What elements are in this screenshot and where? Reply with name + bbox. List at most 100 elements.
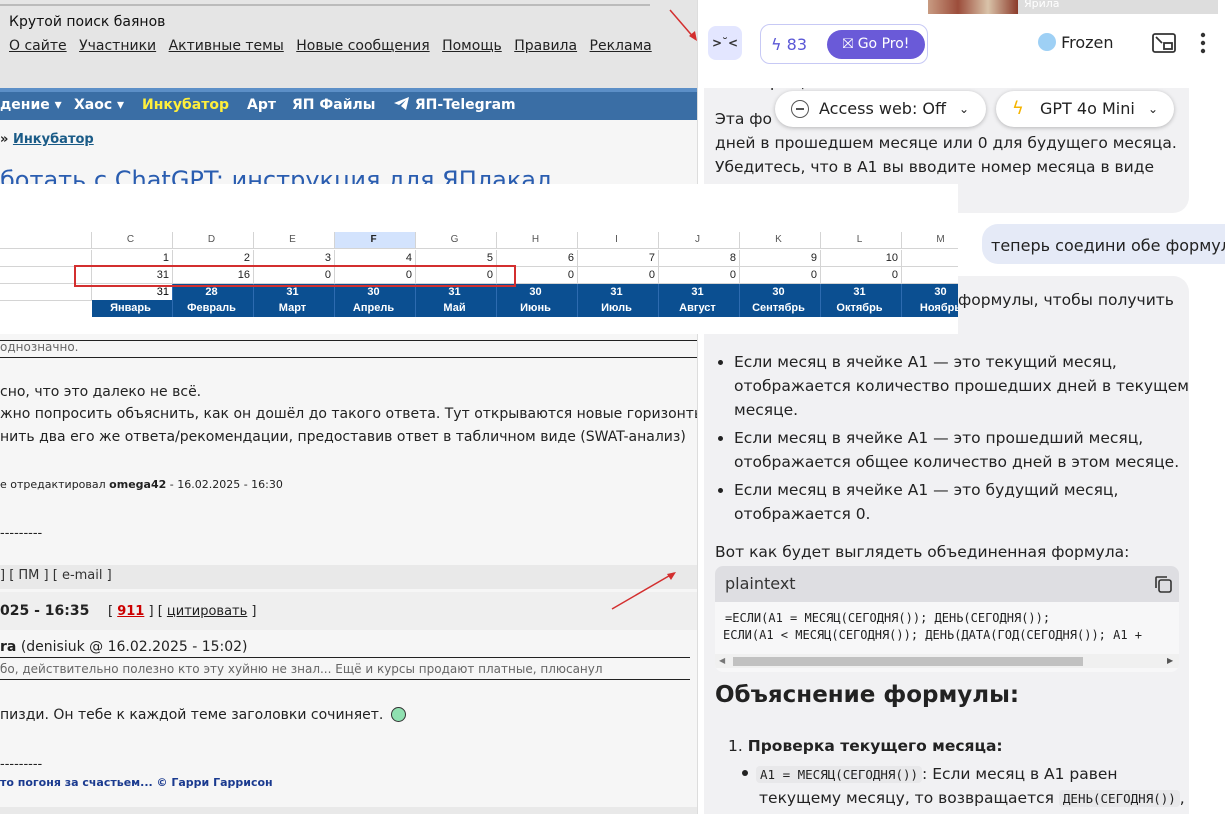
- assistant-logo-button[interactable]: >˘<: [708, 26, 742, 60]
- red-arrow-icon: [611, 572, 676, 610]
- column-header[interactable]: E: [254, 232, 335, 249]
- month-cell[interactable]: Сентябрь: [740, 300, 821, 317]
- reply-text-content: пизди. Он тебе к каждой теме заголовки с…: [0, 707, 384, 723]
- sheet-cell[interactable]: 0: [740, 267, 821, 284]
- link-active-topics[interactable]: Активные темы: [169, 38, 284, 54]
- month-cell[interactable]: Июнь: [497, 300, 578, 317]
- copy-icon[interactable]: [1153, 574, 1173, 594]
- month-cell[interactable]: Май: [416, 300, 497, 317]
- column-header[interactable]: C: [92, 232, 173, 249]
- sheet-cell[interactable]: [902, 250, 958, 267]
- column-header[interactable]: J: [659, 232, 740, 249]
- edited-date: - 16.02.2025 - 16:30: [169, 478, 283, 491]
- post-text-line: сно, что это далеко не всё.: [0, 384, 202, 400]
- frozen-status[interactable]: Frozen: [1038, 33, 1114, 52]
- sheet-cell[interactable]: [902, 267, 958, 284]
- bullet-line: отображается количество прошедших дней в…: [734, 377, 1189, 395]
- quote-meta: (denisiuk @ 16.02.2025 - 15:02): [20, 639, 248, 655]
- go-pro-button[interactable]: ⛝ Go Pro!: [827, 30, 925, 59]
- inline-code: ДЕНЬ(СЕГОДНЯ()): [1058, 790, 1180, 807]
- column-header[interactable]: L: [821, 232, 902, 249]
- post-rating-group: [ 911 ] [ цитировать ]: [108, 604, 257, 619]
- frozen-face-icon: [1038, 33, 1056, 51]
- column-header[interactable]: F: [335, 232, 416, 249]
- sheet-cell[interactable]: 0: [578, 267, 659, 284]
- inline-code: A1 = МЕСЯЦ(СЕГОДНЯ()): [756, 766, 923, 783]
- post-rating[interactable]: 911: [117, 604, 144, 619]
- days-cell[interactable]: 31: [578, 284, 659, 301]
- days-cell[interactable]: 30: [740, 284, 821, 301]
- access-web-toggle[interactable]: Access web: Off ⌄: [775, 91, 986, 127]
- code-block: plaintext =ЕСЛИ(A1 = МЕСЯЦ(СЕГОДНЯ()); Д…: [715, 566, 1179, 672]
- column-header[interactable]: I: [578, 232, 659, 249]
- days-cell[interactable]: 31: [821, 284, 902, 301]
- link-ads[interactable]: Реклама: [590, 38, 652, 54]
- link-rules[interactable]: Правила: [514, 38, 577, 54]
- post-header-bar: [0, 592, 697, 630]
- model-selector[interactable]: ϟ GPT 4o Mini ⌄: [996, 91, 1174, 127]
- credits-count-group: ϟ 83: [771, 35, 807, 54]
- column-header[interactable]: D: [173, 232, 254, 249]
- month-cell[interactable]: Апрель: [335, 300, 416, 317]
- link-help[interactable]: Помощь: [442, 38, 502, 54]
- month-cell[interactable]: Ноябрь: [902, 300, 958, 317]
- column-header[interactable]: G: [416, 232, 497, 249]
- message-text: Убедитесь, что в A1 вы вводите номер мес…: [715, 158, 1154, 176]
- month-cell[interactable]: Март: [254, 300, 335, 317]
- sheet-cell[interactable]: 0: [659, 267, 740, 284]
- nav-item-files[interactable]: ЯП Файлы: [292, 97, 375, 113]
- scrollbar-thumb[interactable]: [733, 657, 1083, 666]
- link-new-messages[interactable]: Новые сообщения: [296, 38, 429, 54]
- edited-user[interactable]: omega42: [109, 478, 166, 491]
- bullet-item: Если месяц в ячейке A1 — это текущий мес…: [734, 350, 1189, 422]
- more-options-icon[interactable]: [1200, 32, 1206, 54]
- column-header[interactable]: K: [740, 232, 821, 249]
- code-block-header: plaintext: [715, 566, 1179, 602]
- month-cell[interactable]: Февраль: [173, 300, 254, 317]
- nav-item-chaos[interactable]: Хаос ▾: [74, 97, 124, 113]
- sheet-cell[interactable]: 9: [740, 250, 821, 267]
- sheet-cell[interactable]: 8: [659, 250, 740, 267]
- month-cell[interactable]: Январь: [92, 300, 173, 317]
- search-box-edge[interactable]: [0, 4, 650, 6]
- lightning-icon: ϟ: [771, 35, 782, 54]
- sheet-cell[interactable]: 7: [578, 250, 659, 267]
- nav-item-incubator[interactable]: Инкубатор: [142, 97, 229, 113]
- go-pro-label: Go Pro!: [857, 36, 910, 52]
- sub-bullet-text: текущему месяцу, то возвращается: [759, 789, 1054, 807]
- month-cell[interactable]: Октябрь: [821, 300, 902, 317]
- post-action-links[interactable]: ] [ ПМ ] [ e-mail ]: [0, 568, 112, 583]
- sub-bullet: A1 = МЕСЯЦ(СЕГОДНЯ()): Если месяц в A1 р…: [742, 762, 1118, 787]
- days-cell[interactable]: 30: [902, 284, 958, 301]
- nav-item-telegram[interactable]: ЯП-Telegram: [394, 97, 516, 113]
- column-header[interactable]: H: [497, 232, 578, 249]
- numbered-item-title: Проверка текущего месяца:: [747, 737, 1003, 755]
- month-cell[interactable]: Август: [659, 300, 740, 317]
- month-cell[interactable]: Июль: [578, 300, 659, 317]
- assistant-toolbar: Ярила >˘< ϟ 83 ⛝ Go Pro! Frozen: [698, 0, 1225, 88]
- scroll-left-icon[interactable]: ◀: [719, 656, 725, 665]
- column-header[interactable]: M: [902, 232, 958, 249]
- gift-icon: ⛝: [842, 36, 854, 52]
- quote-link[interactable]: цитировать: [167, 604, 247, 619]
- breadcrumb-incubator[interactable]: Инкубатор: [13, 132, 94, 147]
- link-members[interactable]: Участники: [79, 38, 156, 54]
- nav-item-art[interactable]: Арт: [247, 97, 276, 113]
- sheet-cell[interactable]: 10: [821, 250, 902, 267]
- code-language: plaintext: [725, 574, 796, 593]
- bullet-item: Если месяц в ячейке A1 — это прошедший м…: [734, 426, 1189, 474]
- code-scrollbar[interactable]: ◀ ▶: [715, 654, 1179, 668]
- nav-item-cut[interactable]: дение ▾: [0, 97, 62, 113]
- link-about[interactable]: О сайте: [9, 38, 67, 54]
- caption-text: однозначно.: [0, 340, 79, 354]
- breadcrumb: » Инкубатор: [0, 132, 94, 147]
- picture-in-picture-icon[interactable]: [1152, 33, 1176, 53]
- chevron-down-icon: ⌄: [959, 102, 970, 116]
- days-cell[interactable]: 31: [659, 284, 740, 301]
- credits-widget[interactable]: ϟ 83 ⛝ Go Pro!: [760, 24, 928, 64]
- spreadsheet-screenshot: C D E F G H I J K L M 1 2 3 4 5 6 7 8 9 10 31 16 0 0 0 0 0 0 0 0 31 28 31…: [0, 184, 958, 334]
- numbered-item: 1. Проверка текущего месяца:: [728, 734, 1003, 758]
- sheet-cell[interactable]: 0: [821, 267, 902, 284]
- scroll-right-icon[interactable]: ▶: [1167, 656, 1173, 665]
- assistant-panel: Ярила >˘< ϟ 83 ⛝ Go Pro! Frozen Эта фо д…: [697, 0, 1225, 814]
